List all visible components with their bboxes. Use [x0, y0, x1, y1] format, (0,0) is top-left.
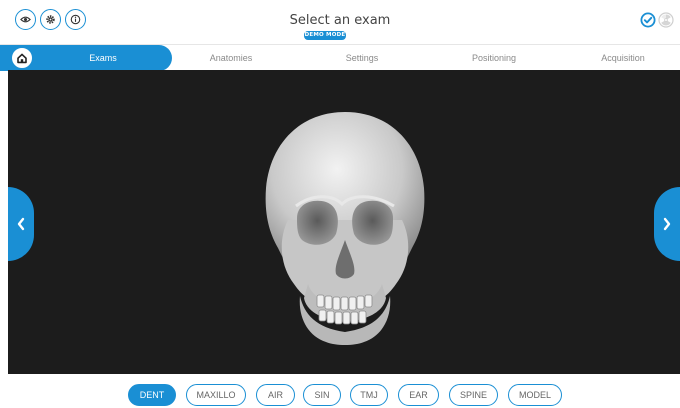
- chevron-right-icon: [663, 217, 671, 231]
- radiation-icon[interactable]: [658, 12, 674, 28]
- exam-spine-button[interactable]: SPINE: [449, 384, 498, 406]
- tab-acquisition[interactable]: Acquisition: [566, 45, 680, 71]
- demo-mode-badge: DEMO MODE: [304, 31, 346, 40]
- exam-model-button[interactable]: MODEL: [508, 384, 562, 406]
- home-button[interactable]: [10, 46, 34, 70]
- nav-bar: Exams Anatomies Settings Positioning Acq…: [0, 44, 680, 71]
- exam-sin-button[interactable]: SIN: [303, 384, 341, 406]
- skull-3d-model: [265, 112, 425, 345]
- next-arrow-button[interactable]: [654, 187, 680, 261]
- exam-air-button[interactable]: AIR: [256, 384, 295, 406]
- tab-settings[interactable]: Settings: [302, 45, 422, 71]
- 3d-viewer[interactable]: [8, 70, 680, 374]
- tab-anatomies[interactable]: Anatomies: [172, 45, 290, 71]
- home-icon: [17, 53, 27, 64]
- title-area: Select an exam: [0, 13, 680, 28]
- exam-tmj-button[interactable]: TMJ: [350, 384, 388, 406]
- exam-dent-button[interactable]: DENT: [128, 384, 176, 406]
- app-window: Select an exam DEMO MODE Exams Anatomies…: [0, 0, 680, 408]
- chevron-left-icon: [17, 217, 25, 231]
- check-circle-icon[interactable]: [640, 12, 656, 28]
- page-title: Select an exam: [289, 13, 391, 28]
- header-right-icons: [640, 12, 674, 28]
- header: Select an exam DEMO MODE: [0, 0, 680, 44]
- tab-positioning[interactable]: Positioning: [432, 45, 556, 71]
- exam-maxillo-button[interactable]: MAXILLO: [186, 384, 246, 406]
- exam-ear-button[interactable]: EAR: [398, 384, 439, 406]
- exam-type-selector: DENT MAXILLO AIR SIN TMJ EAR SPINE MODEL: [0, 384, 680, 406]
